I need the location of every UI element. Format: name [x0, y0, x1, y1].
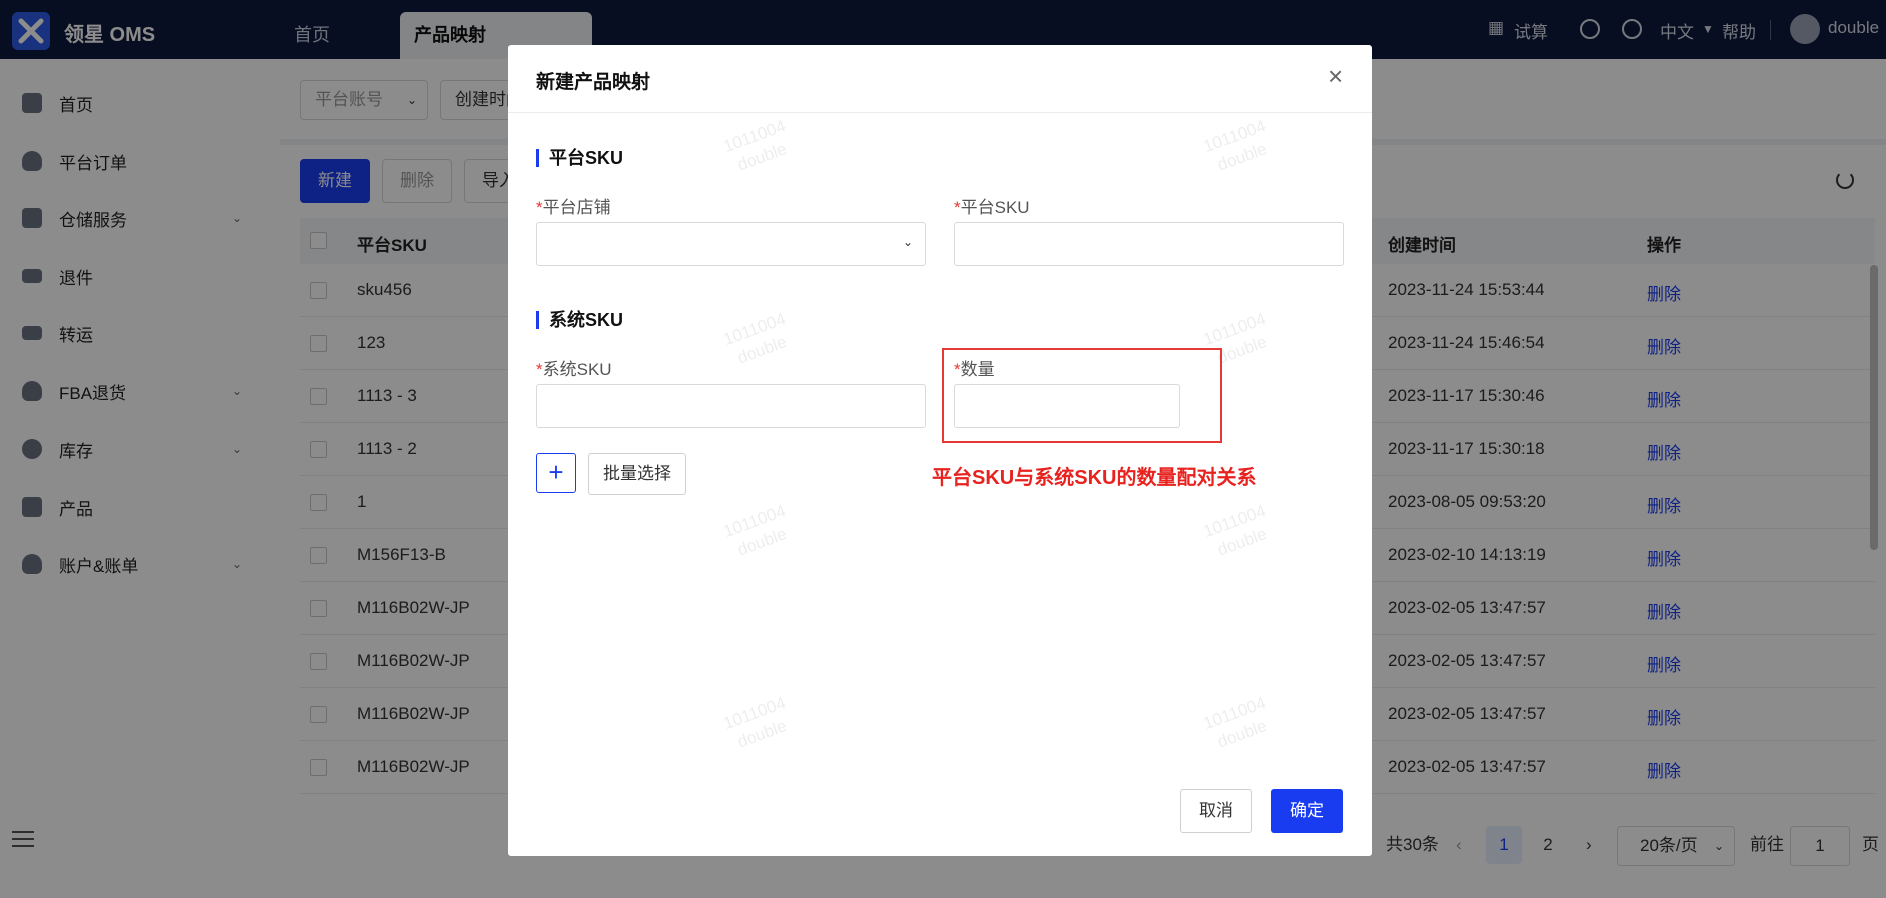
required-mark: * — [536, 198, 543, 217]
add-row-button[interactable]: + — [536, 453, 576, 493]
watermark: 1011004 double — [1200, 692, 1276, 756]
platform-store-select[interactable]: ⌄ — [536, 222, 926, 266]
section-title-platform-sku: 平台SKU — [536, 149, 623, 167]
watermark: 1011004 double — [1200, 500, 1276, 564]
watermark: 1011004 double — [1200, 115, 1276, 179]
watermark: 1011004 double — [720, 692, 796, 756]
platform-sku-field-label: *平台SKU — [954, 193, 1030, 218]
divider — [508, 112, 1372, 113]
label-text: 系统SKU — [542, 360, 612, 379]
cancel-button[interactable]: 取消 — [1180, 789, 1252, 833]
confirm-button[interactable]: 确定 — [1271, 789, 1343, 833]
platform-sku-input[interactable] — [954, 222, 1344, 266]
watermark: 1011004 double — [720, 500, 796, 564]
required-mark: * — [536, 360, 543, 379]
watermark: 1011004 double — [720, 115, 796, 179]
new-product-mapping-dialog: 新建产品映射 × 1011004 double 1011004 double 101… — [508, 45, 1372, 856]
system-sku-field-label: *系统SKU — [536, 355, 612, 380]
annotation-highlight-box — [942, 348, 1222, 443]
label-text: 平台SKU — [960, 198, 1030, 217]
required-mark: * — [954, 198, 961, 217]
batch-select-button[interactable]: 批量选择 — [588, 453, 686, 495]
close-icon[interactable]: × — [1328, 63, 1343, 89]
dialog-title: 新建产品映射 — [536, 72, 651, 93]
system-sku-input[interactable] — [536, 384, 926, 428]
store-field-label: *平台店铺 — [536, 193, 611, 218]
annotation-note: 平台SKU与系统SKU的数量配对关系 — [932, 467, 1257, 489]
chevron-down-icon: ⌄ — [902, 235, 913, 249]
watermark: 1011004 double — [720, 308, 796, 372]
section-title-system-sku: 系统SKU — [536, 311, 623, 329]
label-text: 平台店铺 — [542, 198, 611, 217]
